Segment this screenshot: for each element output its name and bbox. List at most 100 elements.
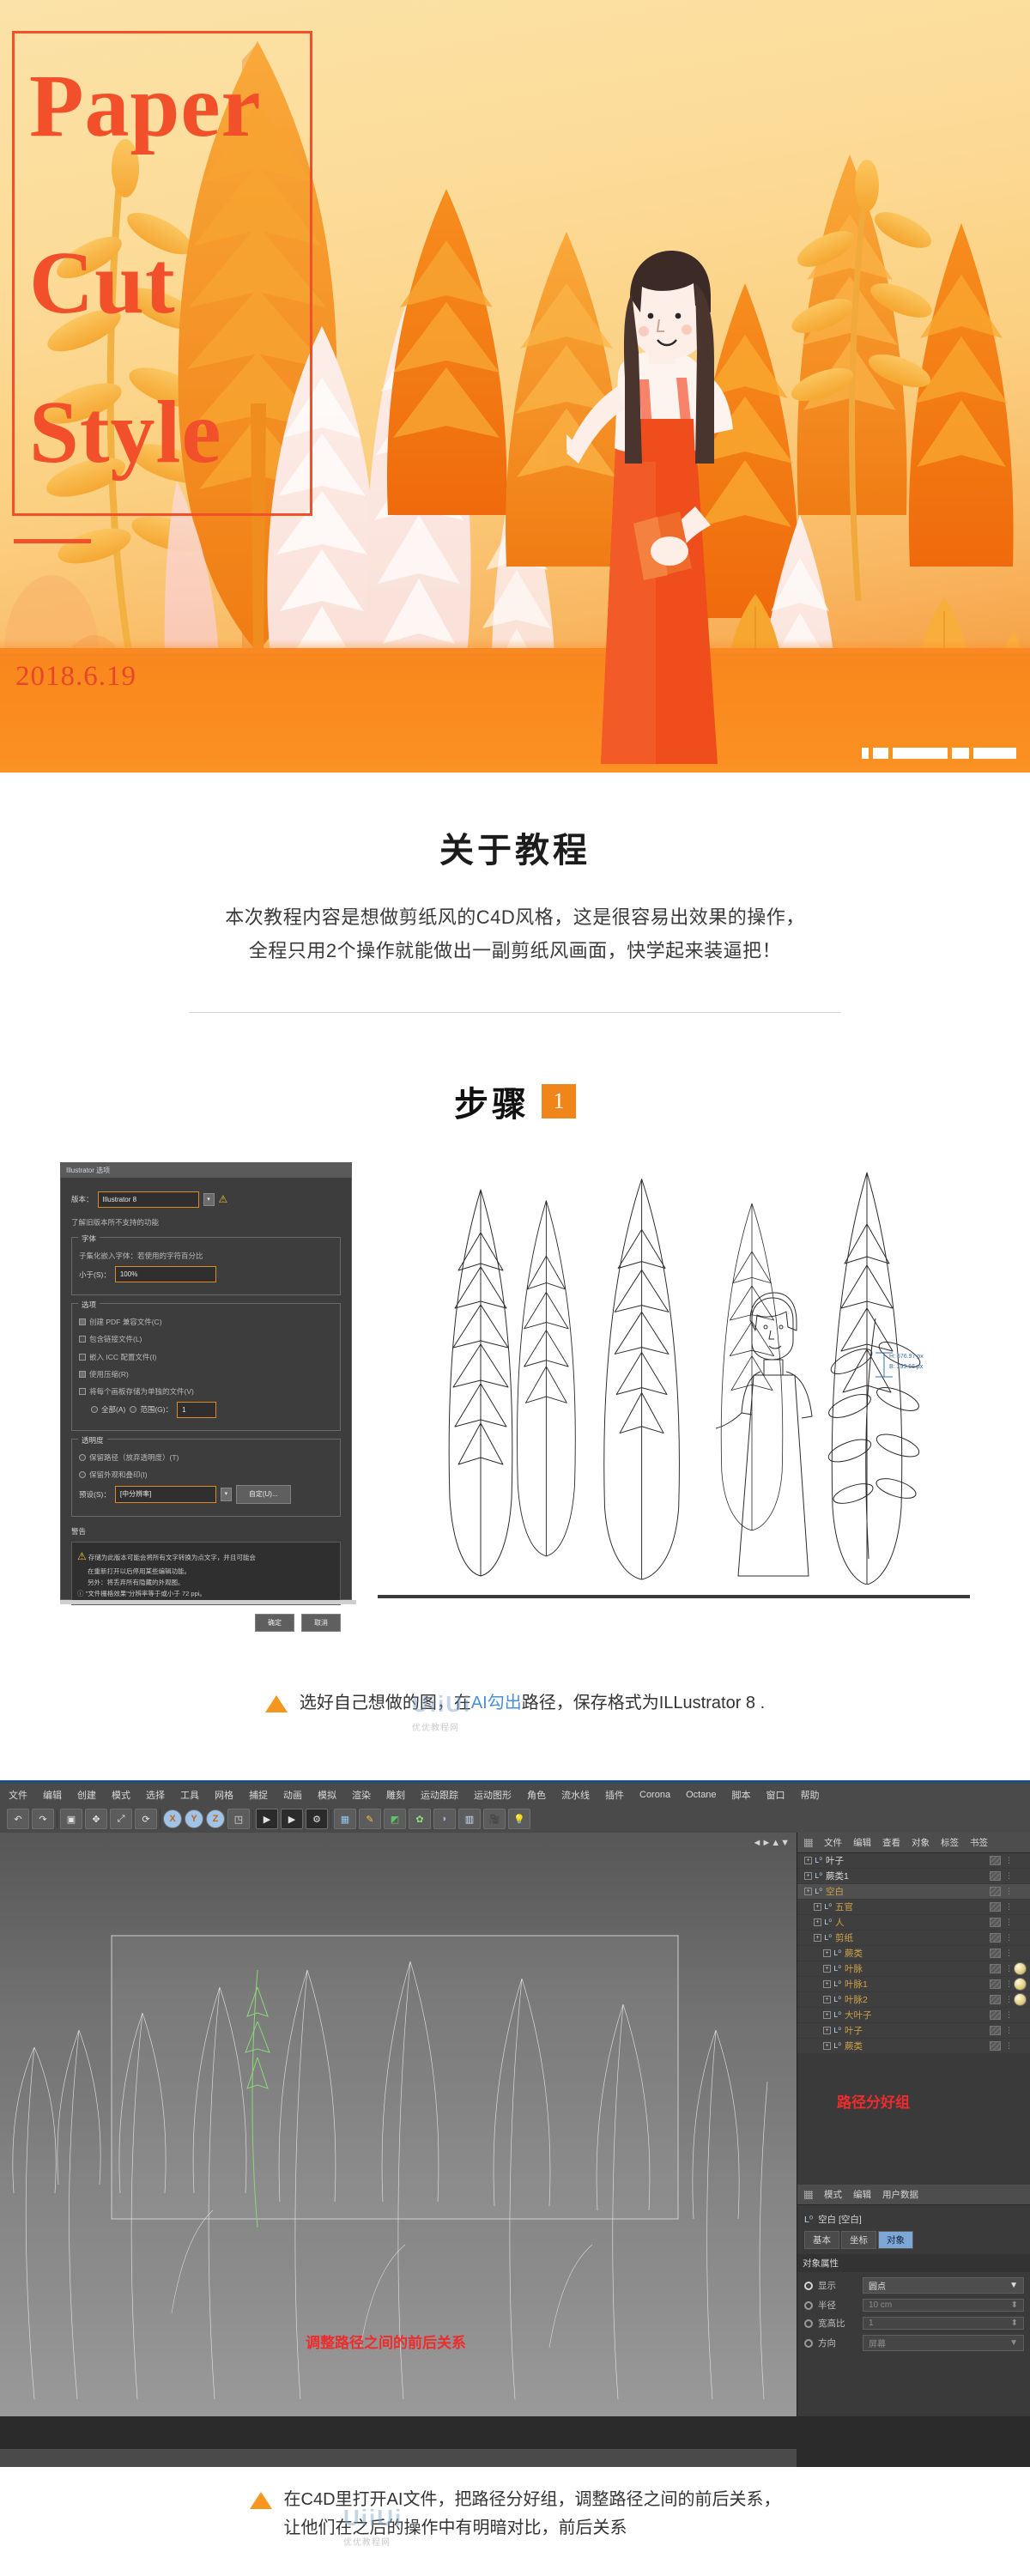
visibility-dots-icon[interactable]: ⋮	[1005, 1887, 1014, 1896]
visibility-dots-icon[interactable]: ⋮	[1005, 1964, 1014, 1973]
object-manager-row[interactable]: + L⁰ 蕨类1 ⋮	[797, 1869, 1030, 1885]
deformer-icon[interactable]: ◗	[433, 1809, 456, 1830]
object-manager-row[interactable]: + L⁰ 剪纸 ⋮	[797, 1930, 1030, 1947]
visibility-dots-icon[interactable]: ⋮	[1005, 2010, 1014, 2020]
object-manager-menubar[interactable]: 文件 编辑 查看 对象 标签 书签	[797, 1833, 1030, 1854]
select-icon[interactable]: ▣	[60, 1809, 82, 1830]
om-menu-item[interactable]: 文件	[824, 1836, 842, 1849]
object-manager-row[interactable]: + L⁰ 叶脉1 ⋮	[797, 1977, 1030, 1993]
c4d-menu-item[interactable]: 角色	[527, 1788, 546, 1802]
stepper-icon[interactable]: ⬍	[1011, 2300, 1018, 2310]
c4d-menu-item[interactable]: 流水线	[561, 1788, 590, 1802]
pagination-dot[interactable]	[862, 748, 869, 759]
tag-slot-icon[interactable]	[990, 1979, 1001, 1990]
tag-slot-icon[interactable]	[990, 1887, 1001, 1897]
object-manager-row[interactable]: + L⁰ 五官 ⋮	[797, 1900, 1030, 1916]
visibility-dots-icon[interactable]: ⋮	[1005, 1856, 1014, 1865]
om-menu-item[interactable]: 标签	[941, 1836, 959, 1849]
tab-basic[interactable]: 基本	[804, 2231, 839, 2250]
axis-x-icon[interactable]: X	[163, 1809, 182, 1829]
c4d-menu-item[interactable]: 运动图形	[474, 1788, 512, 1802]
chevron-down-icon[interactable]: ▾	[220, 1488, 232, 1501]
chevron-down-icon[interactable]: ▼	[1009, 2281, 1018, 2290]
tab-object[interactable]: 对象	[878, 2231, 913, 2250]
visibility-dots-icon[interactable]: ⋮	[1005, 2041, 1014, 2051]
version-select-value[interactable]: Illustrator 8	[97, 1191, 199, 1208]
world-object-icon[interactable]: ◳	[227, 1809, 250, 1830]
c4d-menu-item[interactable]: 捕捉	[249, 1788, 268, 1802]
undo-icon[interactable]: ↶	[7, 1809, 29, 1830]
om-menu-item[interactable]: 编辑	[853, 1836, 871, 1849]
radio-icon[interactable]	[79, 1454, 86, 1462]
attribute-value[interactable]: 10 cm ⬍	[863, 2299, 1024, 2312]
attribute-row[interactable]: 半径 10 cm ⬍	[804, 2299, 1024, 2312]
c4d-viewport[interactable]: ◄►▲▼ 调整路径之间的前后关系	[0, 1833, 797, 2417]
pagination-dot[interactable]	[873, 748, 888, 759]
object-manager-row[interactable]: + L⁰ 空白 ⋮	[797, 1884, 1030, 1900]
attr-menu-item[interactable]: 用户数据	[882, 2188, 918, 2201]
attribute-value[interactable]: 1 ⬍	[863, 2317, 1024, 2331]
expand-toggle-icon[interactable]: +	[823, 2042, 831, 2051]
visibility-dots-icon[interactable]: ⋮	[1005, 1949, 1014, 1958]
spline-pen-icon[interactable]: ✎	[359, 1809, 381, 1830]
expand-toggle-icon[interactable]: +	[804, 1888, 812, 1896]
panel-grip-icon[interactable]	[804, 1838, 813, 1847]
option-embed-icc[interactable]: 嵌入 ICC 配置文件(I)	[79, 1350, 333, 1364]
c4d-menu-item[interactable]: 插件	[605, 1788, 624, 1802]
c4d-menu-item[interactable]: 文件	[9, 1788, 27, 1802]
attributes-tabs[interactable]: 基本 坐标 对象	[804, 2231, 1024, 2250]
object-manager-row[interactable]: + L⁰ 叶脉2 ⋮	[797, 1992, 1030, 2009]
material-thumbnail[interactable]	[1014, 1978, 1027, 1991]
tag-slot-icon[interactable]	[990, 2041, 1001, 2052]
object-manager-list[interactable]: + L⁰ 叶子 ⋮ + L⁰ 蕨类1 ⋮ + L⁰ 空白 ⋮ + L⁰ 五官 ⋮ + L⁰ 人 ⋮ + L⁰ 剪纸 ⋮ + L⁰ 蕨…	[797, 1853, 1030, 2055]
visibility-dots-icon[interactable]: ⋮	[1005, 1933, 1014, 1943]
material-thumbnail[interactable]	[1014, 1962, 1027, 1976]
tag-slot-icon[interactable]	[990, 1995, 1001, 2005]
checkbox-icon[interactable]	[79, 1318, 86, 1326]
environment-icon[interactable]: ▥	[458, 1809, 481, 1830]
c4d-menu-item[interactable]: 模拟	[318, 1788, 336, 1802]
c4d-menu-item[interactable]: 编辑	[43, 1788, 62, 1802]
mograph-icon[interactable]: ✿	[409, 1809, 431, 1830]
tag-slot-icon[interactable]	[990, 1933, 1001, 1943]
move-icon[interactable]: ✥	[85, 1809, 107, 1830]
checkbox-icon[interactable]	[79, 1353, 86, 1361]
parameter-dot-icon[interactable]	[804, 2300, 813, 2310]
option-separate-files[interactable]: 将每个画板存储为单独的文件(V)	[79, 1385, 333, 1398]
panel-grip-icon[interactable]	[804, 2190, 813, 2199]
c4d-menubar[interactable]: 文件 编辑 创建 模式 选择 工具 网格 捕捉 动画 模拟 渲染 雕刻 运动跟踪…	[0, 1783, 1030, 1806]
object-manager-row[interactable]: + L⁰ 大叶子 ⋮	[797, 2008, 1030, 2024]
c4d-menu-item[interactable]: 帮助	[801, 1788, 820, 1802]
expand-toggle-icon[interactable]: +	[823, 1996, 831, 2004]
checkbox-icon[interactable]	[79, 1336, 86, 1343]
font-threshold-input[interactable]: 100%	[114, 1266, 216, 1283]
axis-y-icon[interactable]: Y	[185, 1809, 203, 1829]
generator-icon[interactable]: ◩	[384, 1809, 406, 1830]
attribute-row[interactable]: 宽高比 1 ⬍	[804, 2317, 1024, 2331]
ok-button[interactable]: 确定	[255, 1614, 294, 1633]
c4d-menu-item[interactable]: Corona	[639, 1790, 670, 1800]
expand-toggle-icon[interactable]: +	[823, 1949, 831, 1958]
radio-icon[interactable]	[130, 1406, 137, 1414]
checkbox-icon[interactable]	[79, 1387, 86, 1395]
option-include-links[interactable]: 包含链接文件(L)	[79, 1332, 333, 1346]
object-manager-row[interactable]: + L⁰ 叶子 ⋮	[797, 2023, 1030, 2040]
radio-all[interactable]: 全部(A)	[91, 1403, 125, 1416]
viewport-nav-icons[interactable]: ◄►▲▼	[752, 1838, 790, 1848]
hero-pagination[interactable]	[862, 748, 1016, 759]
font-subset-row[interactable]: 小于(S)： 100%	[79, 1266, 333, 1283]
transparency-preserve-appearance[interactable]: 保留外观和叠印(I)	[79, 1468, 333, 1482]
preset-row[interactable]: 预设(S)： [中分辨率] ▾ 自定(U)...	[79, 1485, 333, 1504]
visibility-dots-icon[interactable]: ⋮	[1005, 2026, 1014, 2035]
object-manager-row[interactable]: + L⁰ 人 ⋮	[797, 1915, 1030, 1931]
pagination-dot[interactable]	[893, 748, 948, 759]
tag-slot-icon[interactable]	[990, 2026, 1001, 2036]
attribute-row[interactable]: 显示 圆点 ▼	[804, 2277, 1024, 2294]
om-menu-item[interactable]: 书签	[970, 1836, 988, 1849]
parameter-dot-icon[interactable]	[804, 2318, 813, 2328]
tag-slot-icon[interactable]	[990, 1902, 1001, 1912]
expand-toggle-icon[interactable]: +	[823, 2011, 831, 2020]
tag-slot-icon[interactable]	[990, 1871, 1001, 1882]
chevron-down-icon[interactable]: ▾	[203, 1192, 215, 1207]
expand-toggle-icon[interactable]: +	[814, 1918, 821, 1927]
